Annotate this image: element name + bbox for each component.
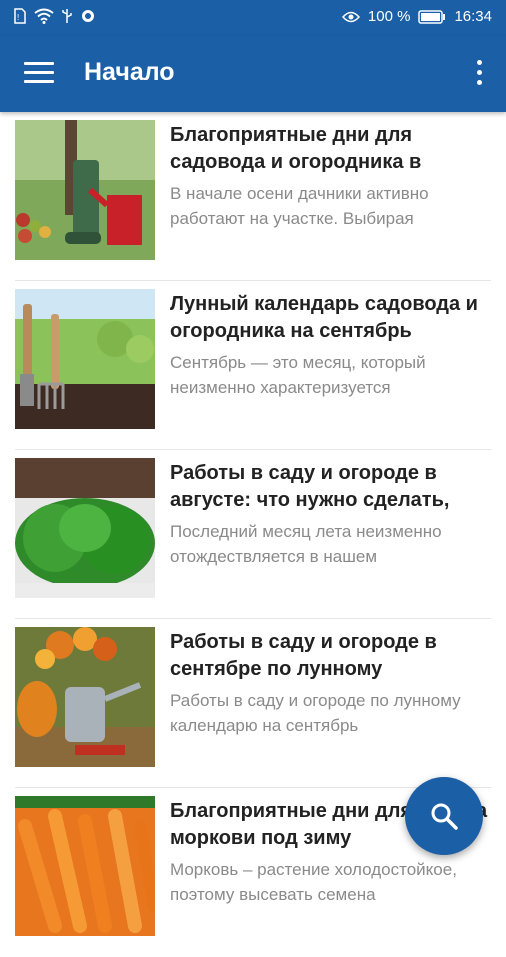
article-title: Благоприятные дни для садовода и огородн… <box>170 124 422 173</box>
article-thumbnail <box>15 796 155 936</box>
article-title: Работы в саду и огороде в сентябре по лу… <box>170 631 437 680</box>
article-excerpt: В начале осени дачники активно работают … <box>170 184 429 228</box>
menu-icon[interactable] <box>24 62 54 86</box>
article-excerpt: Работы в саду и огороде по лунному кален… <box>170 691 461 735</box>
eye-icon <box>341 11 360 22</box>
article-excerpt: Последний месяц лета неизменно отождеств… <box>170 522 442 566</box>
article-title: Работы в саду и огороде в августе: что н… <box>170 462 450 511</box>
article-thumbnail <box>15 120 155 260</box>
sim-icon: ! <box>14 8 26 24</box>
list-item[interactable]: Благоприятные дни для садовода и огородн… <box>0 112 506 281</box>
page-title: Начало <box>84 58 175 86</box>
battery-percent: 100 % <box>367 8 411 25</box>
usb-icon <box>62 9 72 23</box>
list-item[interactable]: Лунный календарь садовода и огородника н… <box>0 281 506 450</box>
svg-text:!: ! <box>17 13 19 22</box>
clock: 16:34 <box>454 8 492 25</box>
search-button[interactable] <box>405 777 483 855</box>
article-thumbnail <box>15 627 155 767</box>
battery-icon <box>418 9 446 24</box>
article-thumbnail <box>15 458 155 598</box>
article-thumbnail <box>15 289 155 429</box>
status-bar: ! 100 % 16:34 <box>0 0 506 36</box>
wifi-icon <box>34 8 54 24</box>
list-item[interactable]: Работы в саду и огороде в августе: что н… <box>0 450 506 619</box>
app-bar: Начало <box>0 36 506 112</box>
article-excerpt: Сентябрь — это месяц, который неизменно … <box>170 353 426 397</box>
list-item[interactable]: Работы в саду и огороде в сентябре по лу… <box>0 619 506 788</box>
article-title: Лунный календарь садовода и огородника н… <box>170 293 478 342</box>
more-options-icon[interactable] <box>474 60 484 90</box>
search-icon <box>431 803 458 830</box>
notification-dot-icon <box>82 10 94 22</box>
